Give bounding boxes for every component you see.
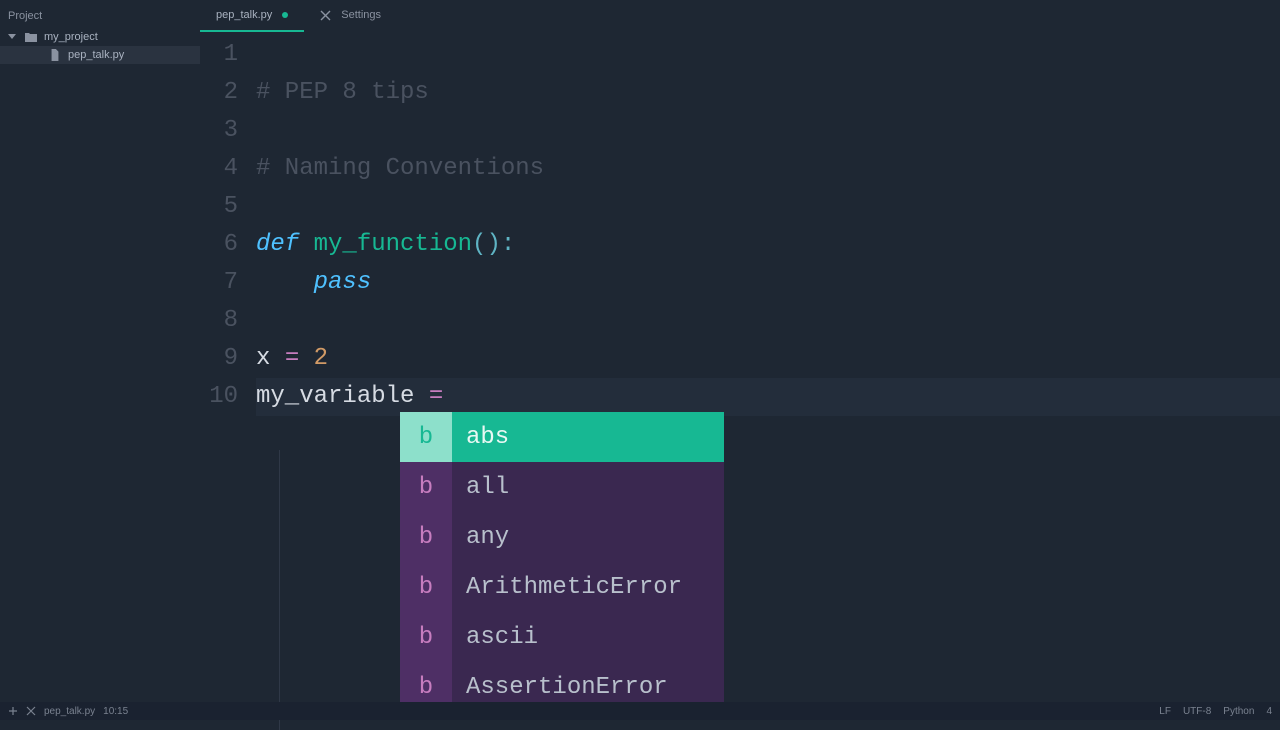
autocomplete-item[interactable]: b any — [400, 512, 724, 562]
indent-guide — [279, 450, 280, 730]
line-number: 10 — [200, 378, 256, 416]
tab-bar: pep_talk.py Settings — [200, 0, 1280, 32]
autocomplete-label: ArithmeticError — [452, 574, 724, 601]
code-line: # PEP 8 tips — [256, 74, 1280, 112]
autocomplete-popup: b abs b all b any b ArithmeticError b as… — [400, 412, 724, 712]
tab-settings[interactable]: Settings — [304, 0, 397, 32]
line-number: 9 — [200, 340, 256, 378]
code-line: pass — [256, 264, 1280, 302]
code-line: # Naming Conventions — [256, 150, 1280, 188]
line-number: 4 — [200, 150, 256, 188]
plus-icon[interactable] — [8, 706, 18, 716]
status-line-ending[interactable]: LF — [1159, 706, 1171, 717]
tree-file[interactable]: pep_talk.py — [0, 46, 200, 64]
autocomplete-item[interactable]: b abs — [400, 412, 724, 462]
folder-icon — [24, 31, 38, 43]
tree-folder-label: my_project — [44, 31, 98, 43]
code-line — [256, 36, 1280, 74]
code-area[interactable]: # PEP 8 tips # Naming Conventions def my… — [256, 32, 1280, 702]
modified-dot-icon — [282, 12, 288, 18]
code-line — [256, 188, 1280, 226]
tree-file-label: pep_talk.py — [68, 49, 124, 61]
project-sidebar: Project my_project pep_talk.py — [0, 0, 200, 702]
autocomplete-label: abs — [452, 424, 724, 451]
line-number: 1 — [200, 36, 256, 74]
autocomplete-label: all — [452, 474, 724, 501]
autocomplete-label: AssertionError — [452, 674, 724, 701]
builtin-icon: b — [400, 612, 452, 662]
line-number: 7 — [200, 264, 256, 302]
code-line-current: my_variable = — [256, 378, 1280, 416]
line-number: 6 — [200, 226, 256, 264]
autocomplete-item[interactable]: b all — [400, 462, 724, 512]
gutter: 1 2 3 4 5 6 7 8 9 10 — [200, 32, 256, 702]
builtin-icon: b — [400, 512, 452, 562]
code-line — [256, 302, 1280, 340]
tab-label: Settings — [341, 9, 381, 21]
builtin-icon: b — [400, 462, 452, 512]
code-editor[interactable]: 1 2 3 4 5 6 7 8 9 10 # PEP 8 tips # Nami… — [200, 32, 1280, 702]
code-line: x = 2 — [256, 340, 1280, 378]
file-icon — [48, 49, 62, 61]
status-bar: pep_talk.py 10:15 LF UTF-8 Python 4 — [0, 702, 1280, 720]
autocomplete-label: any — [452, 524, 724, 551]
line-number: 8 — [200, 302, 256, 340]
close-icon[interactable] — [26, 706, 36, 716]
close-icon[interactable] — [320, 10, 331, 21]
code-line — [256, 112, 1280, 150]
builtin-icon: b — [400, 412, 452, 462]
tab-label: pep_talk.py — [216, 9, 272, 21]
status-language[interactable]: Python — [1223, 706, 1254, 717]
tab-pep-talk[interactable]: pep_talk.py — [200, 0, 304, 32]
status-filename[interactable]: pep_talk.py — [44, 706, 95, 717]
tree-folder[interactable]: my_project — [0, 28, 200, 46]
line-number: 3 — [200, 112, 256, 150]
status-cursor-pos[interactable]: 10:15 — [103, 706, 128, 717]
sidebar-title: Project — [0, 0, 200, 28]
chevron-down-icon[interactable] — [8, 32, 18, 42]
autocomplete-item[interactable]: b ascii — [400, 612, 724, 662]
code-line: def my_function(): — [256, 226, 1280, 264]
autocomplete-label: ascii — [452, 624, 724, 651]
status-tab-size[interactable]: 4 — [1266, 706, 1272, 717]
builtin-icon: b — [400, 562, 452, 612]
line-number: 5 — [200, 188, 256, 226]
status-encoding[interactable]: UTF-8 — [1183, 706, 1211, 717]
autocomplete-item[interactable]: b ArithmeticError — [400, 562, 724, 612]
line-number: 2 — [200, 74, 256, 112]
